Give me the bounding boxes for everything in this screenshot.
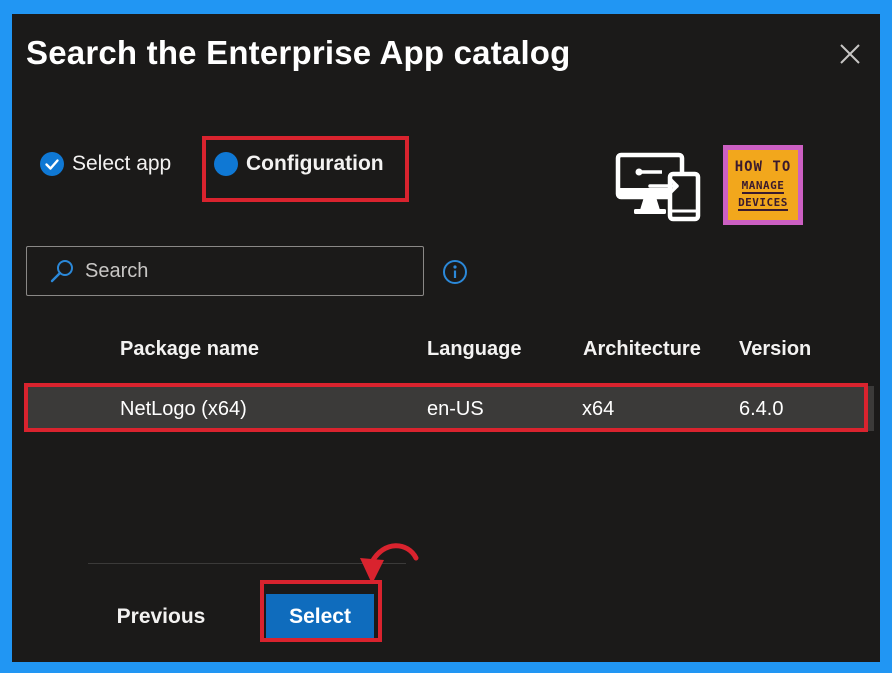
table-row[interactable]: NetLogo (x64) en-US x64 6.4.0 [26, 386, 874, 431]
select-button[interactable]: Select [266, 594, 374, 640]
cell-language: en-US [427, 398, 484, 420]
step-label: Configuration [246, 152, 384, 175]
step-select-app[interactable]: Select app [40, 152, 171, 176]
logo-line-2: MANAGE [741, 179, 785, 194]
column-header-package-name[interactable]: Package name [120, 338, 259, 361]
how-to-manage-devices-logo: HOW TO MANAGE DEVICES [723, 145, 803, 225]
checkmark-circle-icon [40, 152, 64, 176]
logo-line-1: HOW TO [734, 159, 792, 175]
previous-button[interactable]: Previous [104, 592, 218, 642]
dialog: Search the Enterprise App catalog Select… [12, 14, 880, 662]
step-label: Select app [72, 152, 172, 175]
logo-line-3: DEVICES [738, 196, 788, 211]
step-configuration[interactable]: Configuration [214, 152, 384, 176]
info-icon[interactable] [442, 259, 468, 285]
column-header-language[interactable]: Language [427, 338, 521, 361]
filled-circle-icon [214, 152, 238, 176]
column-header-version[interactable]: Version [739, 338, 811, 361]
search-input[interactable] [85, 259, 385, 283]
cell-package-name: NetLogo (x64) [120, 398, 247, 420]
close-icon[interactable] [838, 42, 862, 66]
dialog-title: Search the Enterprise App catalog [26, 34, 571, 71]
search-icon [50, 260, 73, 283]
curved-arrow-icon [342, 536, 422, 596]
device-management-icon [614, 152, 702, 224]
column-header-architecture[interactable]: Architecture [583, 338, 701, 361]
cell-architecture: x64 [582, 398, 615, 420]
cell-version: 6.4.0 [739, 398, 784, 420]
search-box[interactable] [26, 246, 424, 296]
